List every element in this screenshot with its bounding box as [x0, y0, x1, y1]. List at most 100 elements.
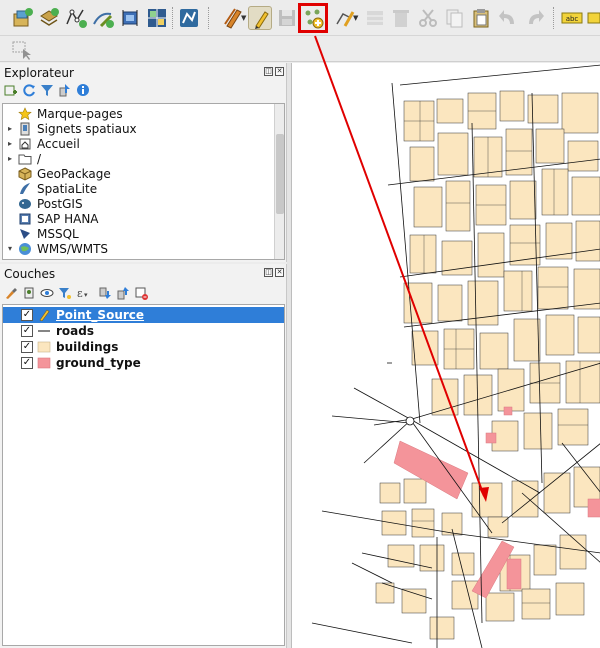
copy-features-icon[interactable] — [442, 6, 466, 30]
browser-item-label: SpatiaLite — [37, 181, 98, 196]
fill-symbol-icon — [37, 341, 51, 353]
svg-text:▾: ▾ — [84, 291, 88, 299]
layers-panel: Couches ◫ ✕ ε ▾ ✓ Point_Source ✓ roads ✓… — [0, 264, 287, 648]
browser-item-label: Signets spatiaux — [37, 121, 137, 136]
fill-symbol-icon — [37, 357, 51, 369]
layers-tree: ✓ Point_Source ✓ roads ✓ buildings ✓ gro… — [2, 304, 285, 646]
select-tool-icon[interactable] — [10, 38, 32, 60]
save-edits-icon[interactable] — [275, 6, 299, 30]
layer-style-icon[interactable] — [4, 286, 18, 300]
expand-arrow-icon[interactable]: ▸ — [5, 139, 15, 148]
digitize-icon[interactable] — [91, 6, 115, 30]
postgis-icon — [18, 197, 32, 211]
browser-panel-title: Explorateur — [4, 66, 74, 80]
layer-item-ground-type[interactable]: ✓ ground_type — [3, 355, 284, 371]
filter-icon[interactable] — [40, 83, 54, 97]
close-panel-icon[interactable]: ✕ — [275, 67, 284, 76]
float-panel-icon[interactable]: ◫ — [264, 67, 273, 76]
label-abc-text: abc — [566, 15, 579, 23]
browser-scrollbar[interactable] — [274, 104, 284, 259]
add-selected-layers-icon[interactable] — [4, 83, 18, 97]
layer-checkbox[interactable]: ✓ — [21, 341, 33, 353]
layer-label: ground_type — [56, 356, 141, 370]
expand-all-icon[interactable] — [98, 286, 112, 300]
mssql-icon — [18, 227, 32, 241]
home-icon — [18, 137, 32, 151]
redo-icon[interactable] — [523, 6, 547, 30]
browser-item-label: PostGIS — [37, 196, 83, 211]
paste-features-icon[interactable] — [469, 6, 493, 30]
star-icon — [18, 106, 32, 121]
browser-item-sap-hana[interactable]: SAP HANA — [3, 211, 284, 226]
plugin-icon[interactable] — [118, 6, 142, 30]
browser-item-label: MSSQL — [37, 226, 79, 241]
label-style-icon[interactable] — [586, 6, 600, 30]
scrollbar-thumb[interactable] — [276, 134, 284, 214]
browser-item-marque-pages[interactable]: Marque-pages — [3, 106, 284, 121]
layer-label: buildings — [56, 340, 119, 354]
georeferencer-icon[interactable] — [145, 6, 169, 30]
wms-icon — [18, 242, 32, 256]
refresh-icon[interactable] — [22, 83, 36, 97]
browser-item-root[interactable]: ▸ / — [3, 151, 284, 166]
spatialite-icon — [18, 182, 32, 196]
folder-icon — [18, 152, 32, 166]
info-icon[interactable] — [76, 83, 90, 97]
collapse-all-icon[interactable] — [58, 83, 72, 97]
collapse-arrow-icon[interactable]: ▾ — [5, 244, 15, 253]
undo-icon[interactable] — [496, 6, 520, 30]
delete-selected-icon[interactable] — [389, 6, 413, 30]
float-panel-icon[interactable]: ◫ — [264, 268, 273, 277]
cut-features-icon[interactable] — [416, 6, 440, 30]
new-layer-icon[interactable] — [10, 6, 34, 30]
browser-item-mssql[interactable]: MSSQL — [3, 226, 284, 241]
browser-item-label: Marque-pages — [37, 106, 123, 121]
line-symbol-icon — [37, 325, 51, 337]
main-toolbar: ▼ ▼ abc — [0, 0, 600, 36]
saphana-icon — [18, 212, 32, 226]
modify-attributes-icon[interactable] — [363, 6, 387, 30]
browser-panel: Explorateur ◫ ✕ Marque-pages ▸ Signets s… — [0, 63, 287, 262]
visibility-eye-icon[interactable] — [40, 286, 54, 300]
qgis-window: ▼ ▼ abc Explorateur ◫ ✕ Marque-pages ▸ S… — [0, 0, 600, 648]
browser-item-label: SAP HANA — [37, 211, 99, 226]
browser-item-label: GeoPackage — [37, 166, 111, 181]
browser-item-signets-spatiaux[interactable]: ▸ Signets spatiaux — [3, 121, 284, 136]
browser-item-spatialite[interactable]: SpatiaLite — [3, 181, 284, 196]
browser-item-accueil[interactable]: ▸ Accueil — [3, 136, 284, 151]
add-group-icon[interactable] — [22, 286, 36, 300]
browser-item-label: WMS/WMTS — [37, 241, 109, 256]
remove-layer-icon[interactable] — [134, 286, 148, 300]
browser-tree: Marque-pages ▸ Signets spatiaux ▸ Accuei… — [2, 103, 285, 260]
add-point-feature-icon[interactable] — [298, 3, 328, 33]
roundabout-node — [405, 416, 415, 426]
layer-checkbox[interactable]: ✓ — [21, 325, 33, 337]
browser-item-label: Accueil — [37, 136, 80, 151]
svg-text:ε: ε — [77, 287, 83, 300]
layer-checkbox[interactable]: ✓ — [21, 309, 33, 321]
close-panel-icon[interactable]: ✕ — [275, 268, 284, 277]
expand-arrow-icon[interactable]: ▸ — [5, 124, 15, 133]
layer-checkbox[interactable]: ✓ — [21, 357, 33, 369]
new-vector-icon[interactable] — [64, 6, 88, 30]
layers-panel-title: Couches — [4, 267, 56, 281]
layer-item-point-source[interactable]: ✓ Point_Source — [3, 307, 284, 323]
label-abc-icon[interactable]: abc — [560, 6, 584, 30]
collapse-all-icon[interactable] — [116, 286, 130, 300]
browser-item-wms-wmts[interactable]: ▾ WMS/WMTS — [3, 241, 284, 256]
layer-item-roads[interactable]: ✓ roads — [3, 323, 284, 339]
filter-legend-icon[interactable] — [58, 286, 72, 300]
map-canvas[interactable] — [291, 63, 600, 648]
filter-expression-icon[interactable]: ε ▾ — [76, 286, 90, 300]
browser-item-postgis[interactable]: PostGIS — [3, 196, 284, 211]
layer-item-buildings[interactable]: ✓ buildings — [3, 339, 284, 355]
new-spatialite-icon[interactable] — [37, 6, 61, 30]
browser-item-label: / — [37, 151, 42, 166]
browser-item-geopackage[interactable]: GeoPackage — [3, 166, 284, 181]
map-drawing — [311, 64, 600, 648]
vertex-tool-icon[interactable] — [177, 6, 201, 30]
expand-arrow-icon[interactable]: ▸ — [5, 154, 15, 163]
toggle-editing-icon[interactable] — [248, 6, 272, 30]
geopackage-icon — [18, 166, 32, 181]
layer-label: roads — [56, 324, 94, 338]
